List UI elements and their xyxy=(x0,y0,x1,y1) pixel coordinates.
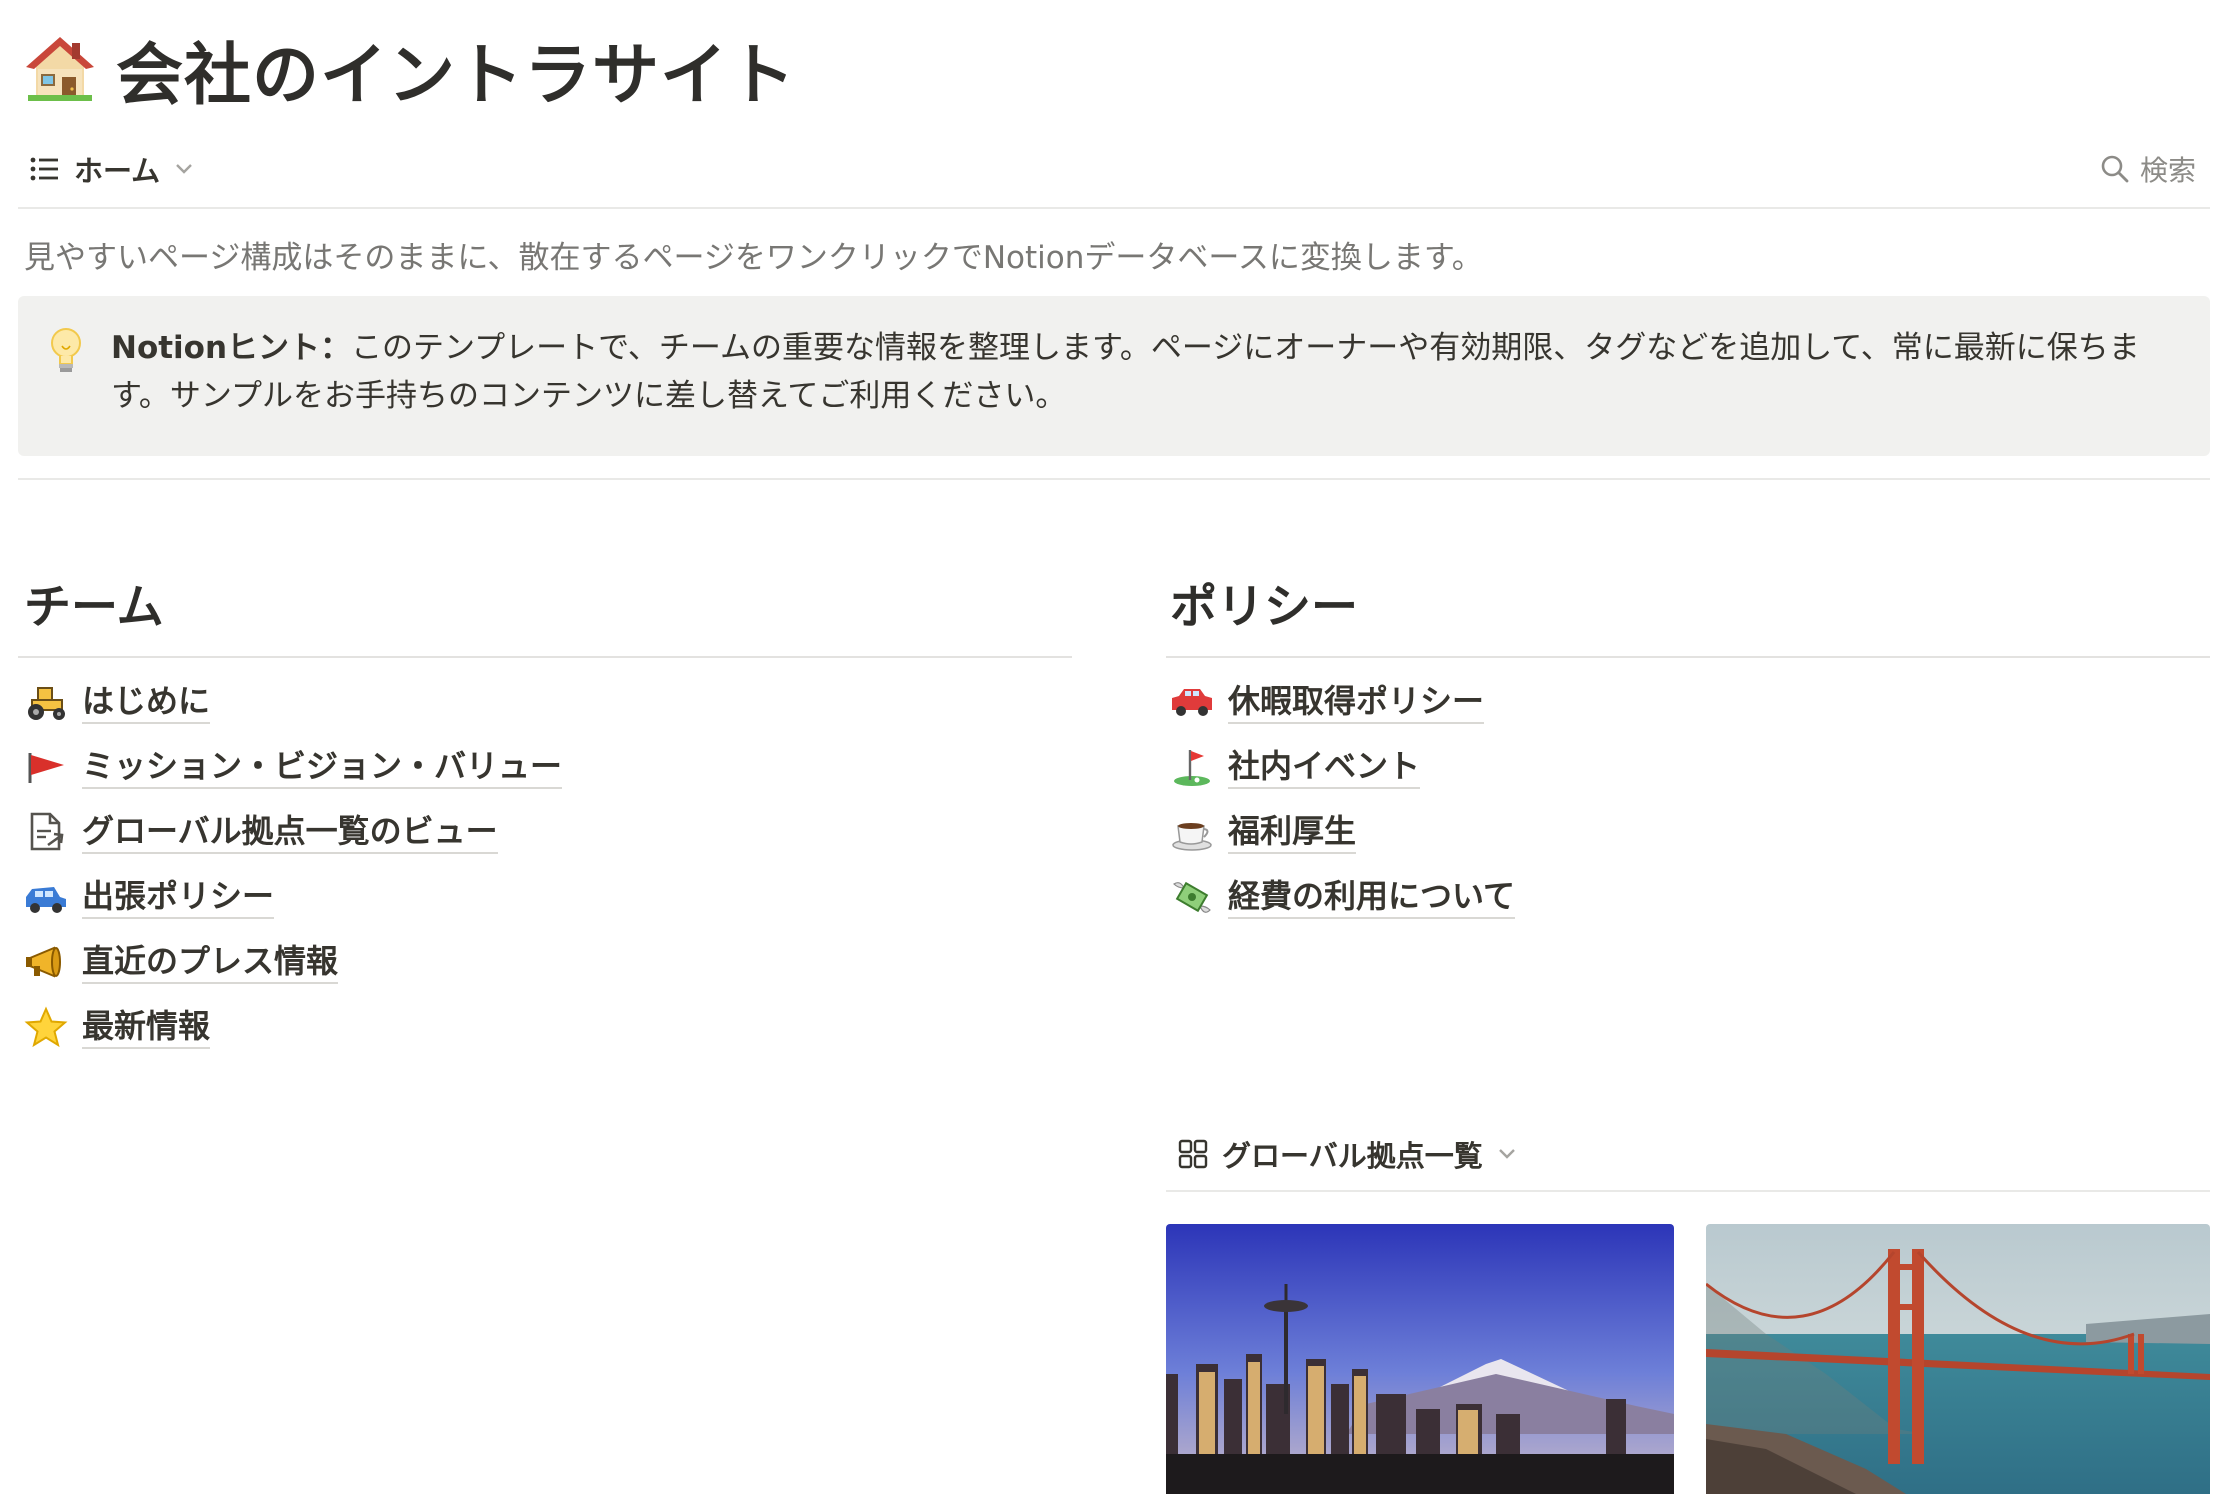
money-wings-icon xyxy=(1170,875,1214,919)
callout-body: このテンプレートで、チームの重要な情報を整理します。ページにオーナーや有効期限、… xyxy=(111,330,2140,414)
red-car-icon xyxy=(1170,680,1214,724)
search-button[interactable]: 検索 xyxy=(2100,145,2196,193)
view-selector-home[interactable]: ホーム xyxy=(30,145,194,193)
page-header: 会社のイントラサイト xyxy=(24,24,796,114)
list-icon xyxy=(30,157,58,181)
link-label: 最新情報 xyxy=(82,1006,211,1049)
red-flag-icon xyxy=(24,745,68,789)
view-bar: ホーム 検索 xyxy=(18,145,2210,209)
team-link-travel-policy[interactable]: 出張ポリシー xyxy=(24,871,275,923)
policy-heading: ポリシー xyxy=(1170,580,1358,635)
search-icon xyxy=(2101,155,2129,183)
team-heading: チーム xyxy=(24,580,164,635)
gallery-rule xyxy=(1166,1190,2210,1192)
link-label: 福利厚生 xyxy=(1228,811,1357,854)
link-label: 出張ポリシー xyxy=(82,876,275,919)
view-label: ホーム xyxy=(74,154,161,188)
gallery-card-san-francisco[interactable] xyxy=(1706,1224,2210,1494)
team-link-news[interactable]: 最新情報 xyxy=(24,1001,211,1053)
gallery-grid-icon xyxy=(1178,1139,1208,1169)
lightbulb-icon xyxy=(46,326,86,380)
gallery-view-selector[interactable]: グローバル拠点一覧 xyxy=(1178,1126,1517,1182)
team-link-global-view[interactable]: グローバル拠点一覧のビュー xyxy=(24,806,498,858)
team-link-getting-started[interactable]: はじめに xyxy=(24,676,211,728)
golf-flag-icon xyxy=(1170,745,1214,789)
policy-heading-rule xyxy=(1166,656,2210,658)
megaphone-icon xyxy=(24,940,68,984)
divider xyxy=(18,478,2210,480)
tractor-icon xyxy=(24,680,68,724)
policy-link-leave[interactable]: 休暇取得ポリシー xyxy=(1170,676,1485,728)
search-label: 検索 xyxy=(2139,154,2196,187)
star-icon xyxy=(24,1005,68,1049)
house-icon[interactable] xyxy=(24,33,96,105)
policy-link-events[interactable]: 社内イベント xyxy=(1170,741,1421,793)
team-heading-rule xyxy=(18,656,1072,658)
coffee-icon xyxy=(1170,810,1214,854)
chevron-down-icon xyxy=(176,164,192,174)
callout-bold-label: Notionヒント： xyxy=(111,330,352,366)
linked-page-icon xyxy=(24,810,68,854)
tip-callout: Notionヒント：このテンプレートで、チームの重要な情報を整理します。ページに… xyxy=(18,296,2210,456)
link-label: ミッション・ビジョン・バリュー xyxy=(82,746,563,789)
page-title: 会社のイントラサイト xyxy=(116,35,796,114)
link-label: 直近のプレス情報 xyxy=(82,941,339,984)
link-label: はじめに xyxy=(82,681,211,724)
golden-gate-bridge-image xyxy=(1706,1224,2210,1494)
policy-link-benefits[interactable]: 福利厚生 xyxy=(1170,806,1357,858)
gallery-card-seattle[interactable] xyxy=(1166,1224,1674,1494)
seattle-skyline-image xyxy=(1166,1224,1674,1494)
link-label: 休暇取得ポリシー xyxy=(1228,681,1485,724)
team-link-mission[interactable]: ミッション・ビジョン・バリュー xyxy=(24,741,563,793)
blue-car-icon xyxy=(24,875,68,919)
policy-link-expenses[interactable]: 経費の利用について xyxy=(1170,871,1516,923)
link-label: 経費の利用について xyxy=(1228,876,1516,919)
link-label: グローバル拠点一覧のビュー xyxy=(82,811,498,854)
callout-text: Notionヒント：このテンプレートで、チームの重要な情報を整理します。ページに… xyxy=(111,324,2171,420)
gallery-label: グローバル拠点一覧 xyxy=(1222,1139,1483,1173)
chevron-down-icon xyxy=(1498,1149,1515,1159)
page-description: 見やすいページ構成はそのままに、散在するページをワンクリックでNotionデータ… xyxy=(24,240,1483,276)
link-label: 社内イベント xyxy=(1228,746,1421,789)
team-link-press[interactable]: 直近のプレス情報 xyxy=(24,936,339,988)
